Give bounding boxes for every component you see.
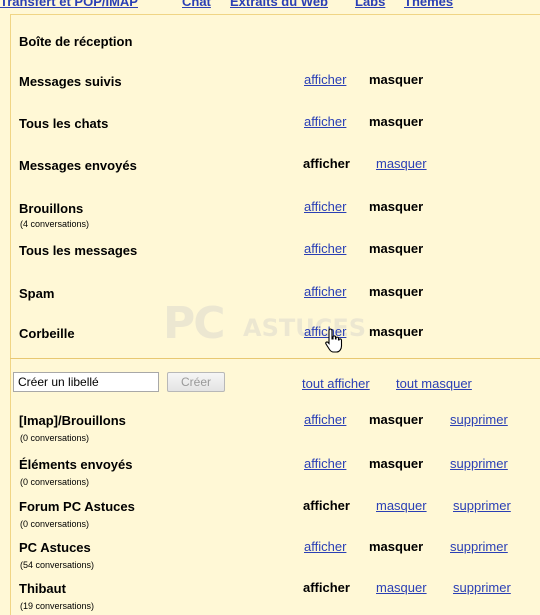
- hide-label-current: masquer: [369, 72, 424, 87]
- label-name: Corbeille: [19, 326, 75, 341]
- label-name: [Imap]/Brouillons: [19, 413, 126, 428]
- conversation-count: (54 conversations): [20, 560, 95, 570]
- show-link[interactable]: afficher: [304, 539, 346, 554]
- delete-link[interactable]: supprimer: [453, 580, 511, 595]
- hide-label-current: masquer: [369, 456, 424, 471]
- hand-pointer-icon: [325, 328, 343, 353]
- label-name: Spam: [19, 286, 55, 301]
- hide-link[interactable]: masquer: [376, 580, 427, 595]
- hide-label-current: masquer: [369, 412, 424, 427]
- hide-link[interactable]: masquer: [376, 498, 427, 513]
- new-label-input[interactable]: [13, 372, 159, 392]
- tab-themes[interactable]: Thèmes: [404, 0, 453, 9]
- hide-link[interactable]: masquer: [376, 156, 427, 171]
- show-link[interactable]: afficher: [304, 114, 346, 129]
- section-divider: [10, 358, 540, 359]
- label-name: Éléments envoyés: [19, 457, 133, 472]
- label-name: Tous les chats: [19, 116, 109, 131]
- show-label-current: afficher: [303, 498, 350, 513]
- show-label-current: afficher: [303, 580, 350, 595]
- create-label-button[interactable]: Créer: [167, 372, 225, 392]
- tab-forwarding-pop-imap[interactable]: Transfert et POP/IMAP: [0, 0, 138, 9]
- label-name: Messages envoyés: [19, 158, 137, 173]
- show-link[interactable]: afficher: [304, 241, 346, 256]
- label-name: Messages suivis: [19, 74, 122, 89]
- label-name: Thibaut: [19, 581, 66, 596]
- delete-link[interactable]: supprimer: [450, 456, 508, 471]
- delete-link[interactable]: supprimer: [450, 539, 508, 554]
- settings-tabs: Transfert et POP/IMAP Chat Extraits du W…: [0, 0, 540, 12]
- tab-web-clips[interactable]: Extraits du Web: [230, 0, 328, 9]
- hide-label-current: masquer: [369, 324, 424, 339]
- hide-all-link[interactable]: tout masquer: [396, 376, 472, 391]
- label-name: Tous les messages: [19, 243, 138, 258]
- conversation-count: (4 conversations): [20, 219, 90, 229]
- conversation-count: (0 conversations): [20, 477, 90, 487]
- hide-label-current: masquer: [369, 241, 424, 256]
- show-link[interactable]: afficher: [304, 412, 346, 427]
- label-name: PC Astuces: [19, 540, 91, 555]
- delete-link[interactable]: supprimer: [450, 412, 508, 427]
- conversation-count: (0 conversations): [20, 433, 90, 443]
- label-inbox: Boîte de réception: [19, 34, 133, 49]
- hide-label-current: masquer: [369, 284, 424, 299]
- show-link[interactable]: afficher: [304, 456, 346, 471]
- label-name: Brouillons: [19, 201, 84, 216]
- show-all-link[interactable]: tout afficher: [302, 376, 370, 391]
- hide-label-current: masquer: [369, 539, 424, 554]
- tab-chat[interactable]: Chat: [182, 0, 211, 9]
- show-link[interactable]: afficher: [304, 199, 346, 214]
- hide-label-current: masquer: [369, 114, 424, 129]
- tab-labs[interactable]: Labs: [355, 0, 385, 9]
- show-label-current: afficher: [303, 156, 350, 171]
- delete-link[interactable]: supprimer: [453, 498, 511, 513]
- label-name: Forum PC Astuces: [19, 499, 135, 514]
- show-link[interactable]: afficher: [304, 284, 346, 299]
- conversation-count: (0 conversations): [20, 519, 90, 529]
- conversation-count: (19 conversations): [20, 601, 95, 611]
- hide-label-current: masquer: [369, 199, 424, 214]
- show-link[interactable]: afficher: [304, 72, 346, 87]
- labels-panel: [10, 14, 540, 615]
